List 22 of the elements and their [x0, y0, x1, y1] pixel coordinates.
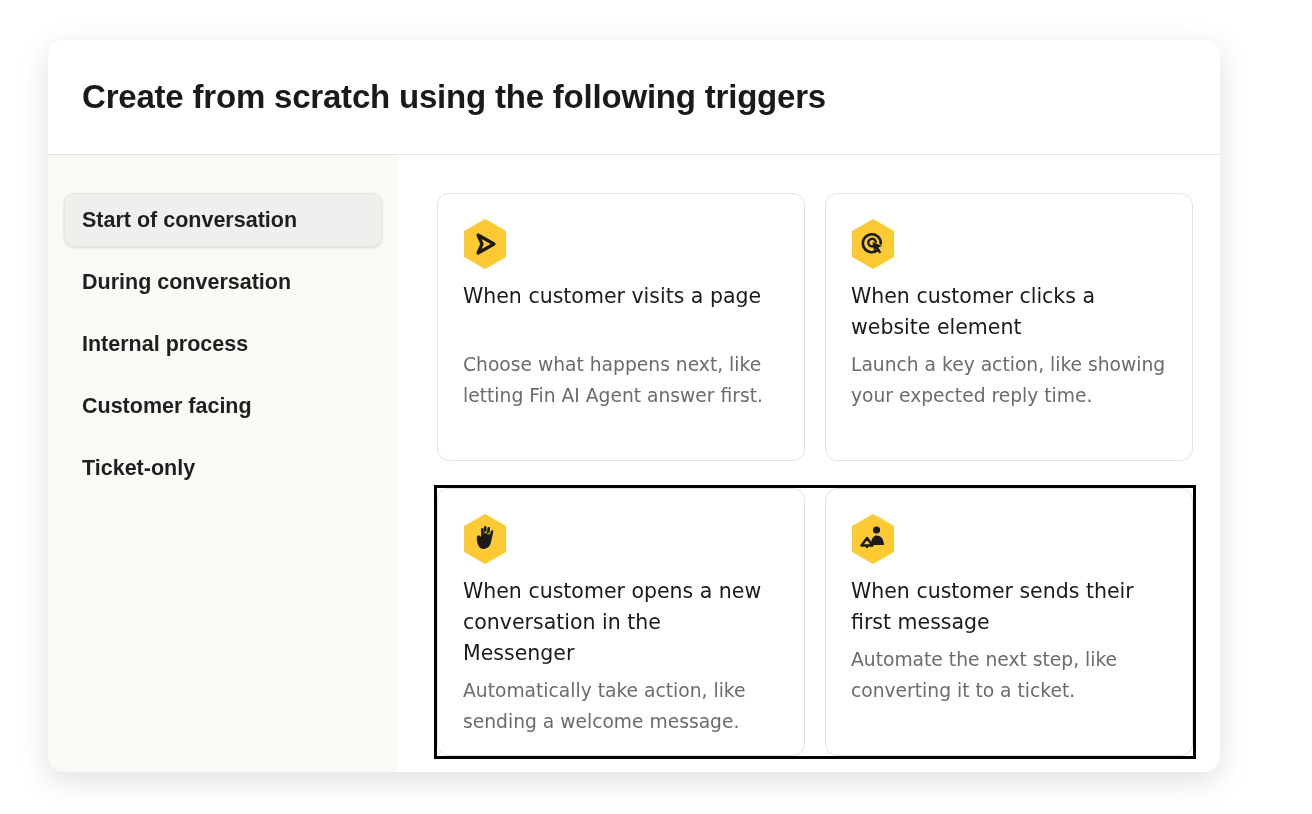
- card-description: Automate the next step, like converting it to a ticket.: [851, 648, 1119, 703]
- trigger-card[interactable]: When customer opens a new conversation in the Messenger Automatically take action, like sending a welcome message.: [437, 488, 805, 756]
- trigger-card[interactable]: When customer clicks a website element Launch a key action, like showing your expected reply time.: [825, 193, 1193, 461]
- card-title: When customer visits a page: [463, 283, 763, 310]
- card-title: When customer sends their first message: [851, 578, 1135, 636]
- hand-icon: [463, 514, 507, 564]
- arrowhead-icon: [463, 219, 507, 269]
- card-title: When customer opens a new conversation in the Messenger: [463, 578, 763, 667]
- person-triangle-icon: [851, 514, 895, 564]
- dialog-title: Create from scratch using the following triggers: [82, 77, 827, 118]
- sidebar-item[interactable]: During conversation: [64, 255, 382, 309]
- card-title: When customer clicks a website element: [851, 283, 1096, 341]
- card-description: Choose what happens next, like letting Fin AI Agent answer first.: [463, 353, 764, 408]
- trigger-card[interactable]: When customer visits a page Choose what happens next, like letting Fin AI Agent answer first.: [437, 193, 805, 461]
- sidebar-item[interactable]: Internal process: [64, 317, 382, 371]
- cursor-click-icon: [851, 219, 895, 269]
- card-description: Launch a key action, like showing your expected reply time.: [851, 353, 1167, 408]
- card-description: Automatically take action, like sending a welcome message.: [463, 679, 747, 734]
- sidebar-item[interactable]: Ticket-only: [64, 441, 382, 495]
- sidebar-item[interactable]: Customer facing: [64, 379, 382, 433]
- sidebar-item[interactable]: Start of conversation: [64, 193, 382, 247]
- trigger-card[interactable]: When customer sends their first message Automate the next step, like converting it to a ticket.: [825, 488, 1193, 756]
